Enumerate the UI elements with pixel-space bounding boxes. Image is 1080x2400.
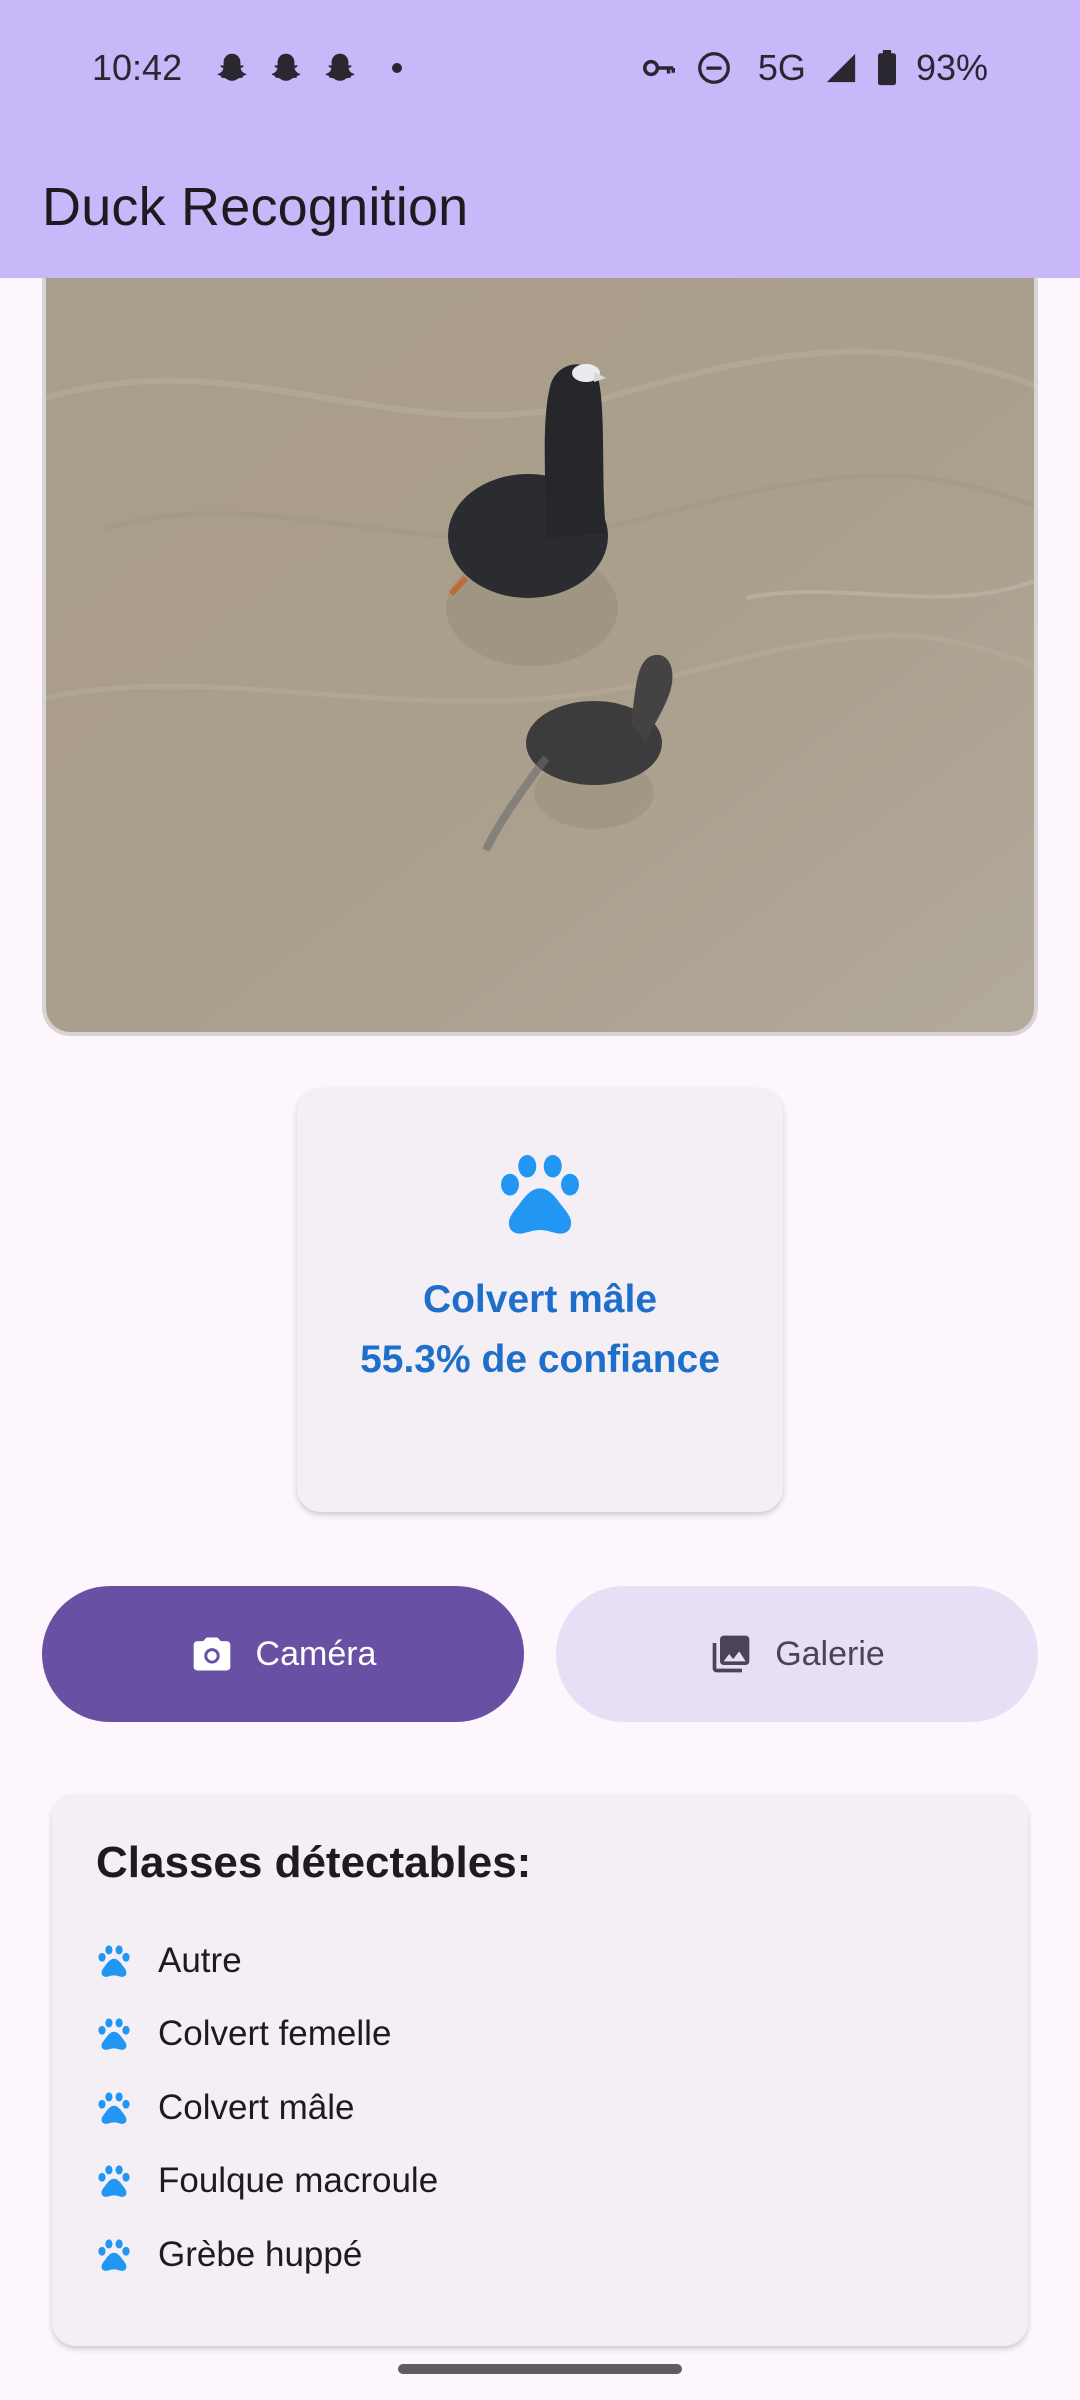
prediction-confidence: 55.3% de confiance (360, 1338, 720, 1381)
prediction-card: Colvert mâle 55.3% de confiance (297, 1088, 783, 1512)
gallery-button[interactable]: Galerie (556, 1586, 1038, 1722)
camera-button-label: Caméra (255, 1634, 377, 1673)
gallery-button-label: Galerie (775, 1634, 885, 1673)
photo-preview (42, 278, 1038, 1036)
notification-dot (392, 62, 403, 73)
network-type: 5G (757, 46, 806, 88)
class-item: Autre (96, 1924, 984, 1998)
paw-icon (96, 2164, 132, 2198)
status-bar-right: 5G 93% (640, 47, 988, 89)
snapchat-icon (268, 50, 304, 86)
class-item: Foulque macroule (96, 2145, 984, 2219)
snapchat-icon (322, 50, 358, 86)
status-time: 10:42 (92, 46, 183, 88)
photo-library-icon (712, 1635, 750, 1673)
vpn-key-icon (642, 59, 675, 76)
class-label: Grèbe huppé (158, 2234, 363, 2274)
signal-icon (826, 53, 856, 82)
paw-icon (96, 1944, 132, 1978)
class-item: Grèbe huppé (96, 2218, 984, 2292)
class-label: Colvert femelle (158, 2014, 392, 2054)
class-label: Foulque macroule (158, 2161, 439, 2201)
camera-button[interactable]: Caméra (42, 1586, 524, 1722)
app-bar: Duck Recognition (0, 135, 1080, 278)
prediction-label: Colvert mâle (422, 1278, 658, 1321)
home-indicator[interactable] (398, 2364, 682, 2374)
battery-icon (877, 49, 896, 85)
classes-title: Classes détectables: (96, 1838, 532, 1887)
camera-icon (193, 1637, 230, 1671)
duck-photo (46, 278, 1034, 1032)
classes-card: Classes détectables: Autre Colvert femel… (52, 1794, 1028, 2346)
paw-icon (96, 2017, 132, 2051)
status-bar-left: 10:42 (92, 46, 403, 89)
prediction-text: Colvert mâle 55.3% de confiance (360, 1270, 720, 1390)
class-label: Autre (158, 1940, 242, 1980)
class-item: Colvert mâle (96, 2071, 984, 2145)
status-bar: 10:42 5G 93% (0, 0, 1080, 135)
app-title: Duck Recognition (42, 176, 469, 237)
snapchat-icon (214, 50, 250, 86)
paw-icon (96, 2091, 132, 2125)
class-label: Colvert mâle (158, 2087, 355, 2127)
paw-icon (96, 2238, 132, 2272)
do-not-disturb-icon (698, 51, 730, 84)
battery-percent: 93% (915, 46, 988, 88)
paw-icon (495, 1152, 585, 1236)
class-item: Colvert femelle (96, 1998, 984, 2072)
